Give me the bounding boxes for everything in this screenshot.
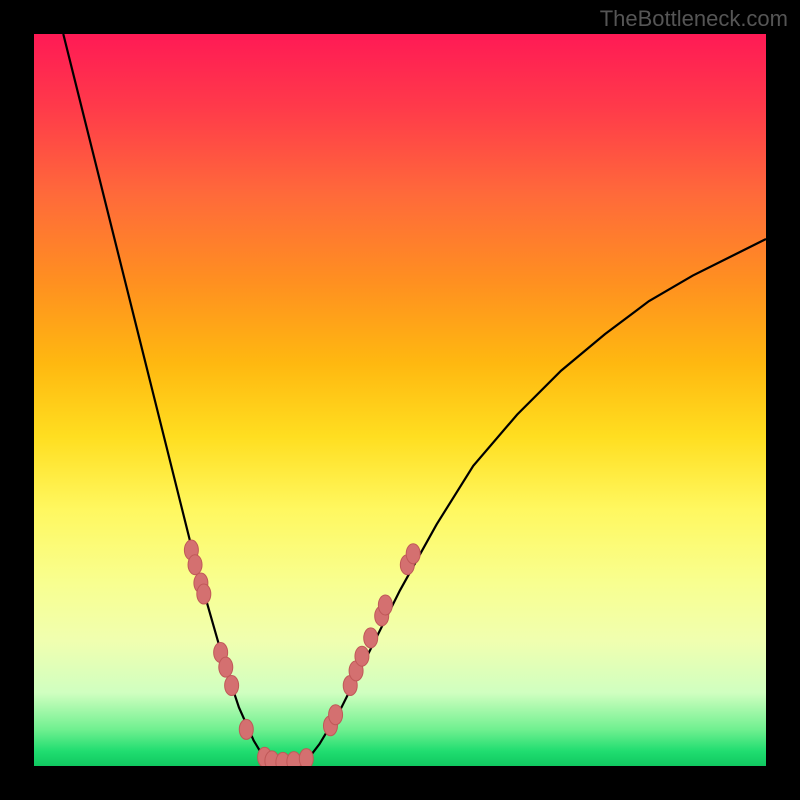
data-marker: [287, 752, 301, 766]
data-marker: [299, 749, 313, 766]
data-marker: [406, 544, 420, 564]
data-marker: [355, 646, 369, 666]
chart-svg: [34, 34, 766, 766]
data-marker: [219, 657, 233, 677]
marker-group: [184, 540, 420, 766]
data-marker: [225, 675, 239, 695]
data-marker: [364, 628, 378, 648]
plot-area: [34, 34, 766, 766]
data-marker: [329, 705, 343, 725]
watermark-text: TheBottleneck.com: [600, 6, 788, 32]
left-curve: [63, 34, 275, 763]
data-marker: [188, 555, 202, 575]
data-marker: [378, 595, 392, 615]
data-marker: [197, 584, 211, 604]
data-marker: [239, 719, 253, 739]
right-curve: [305, 239, 766, 763]
